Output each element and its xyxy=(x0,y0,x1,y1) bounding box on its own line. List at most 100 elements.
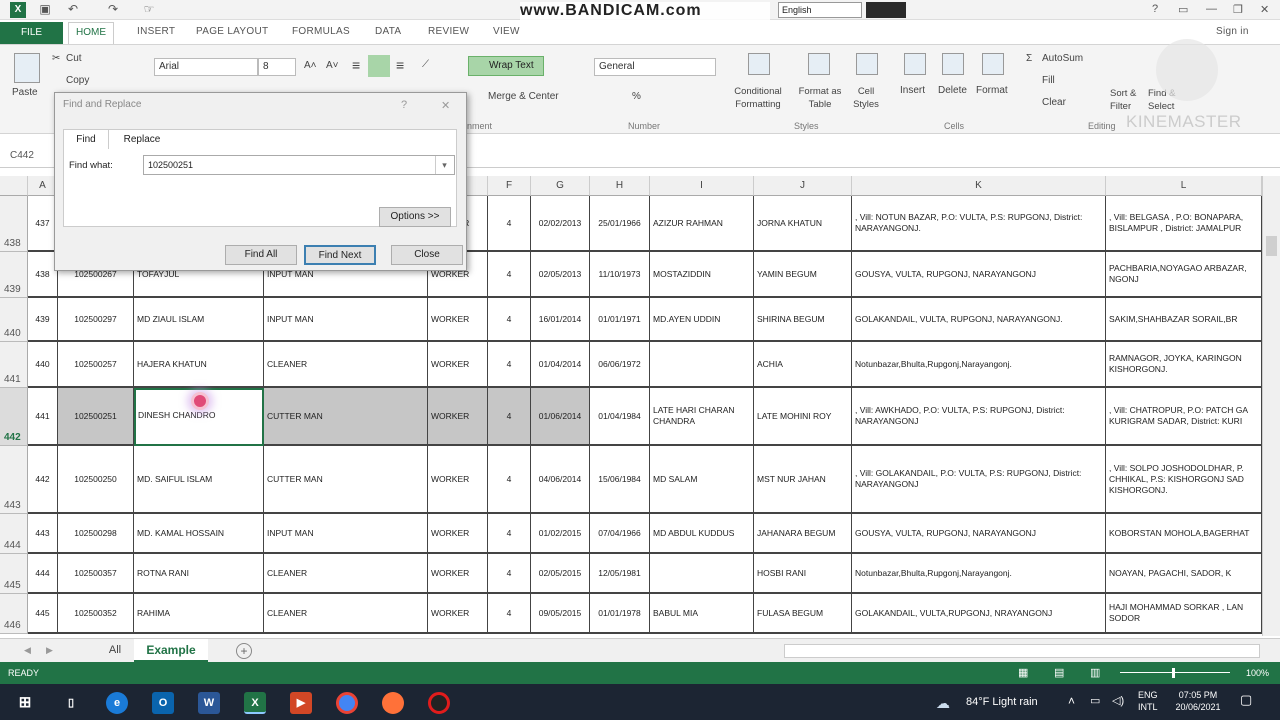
cell-j[interactable]: YAMIN BEGUM xyxy=(754,252,852,298)
shrink-font-icon[interactable]: A˅ xyxy=(326,60,339,71)
cell-j[interactable]: MST NUR JAHAN xyxy=(754,446,852,514)
cell-a[interactable]: 440 xyxy=(28,342,58,388)
cell-a[interactable]: 439 xyxy=(28,298,58,342)
redo-icon[interactable]: ↷ xyxy=(104,2,122,18)
cell-d[interactable]: CUTTER MAN xyxy=(264,446,428,514)
row-header[interactable]: 438 xyxy=(0,196,28,252)
vertical-scroll-thumb[interactable] xyxy=(1266,236,1277,256)
cell-k[interactable]: , Vill: GOLAKANDAIL, P.O: VULTA, P.S: RU… xyxy=(852,446,1106,514)
cell-f[interactable]: 4 xyxy=(488,342,531,388)
options-button[interactable]: Options >> xyxy=(379,207,451,227)
tab-data[interactable]: DATA xyxy=(375,26,401,37)
row-header[interactable]: 439 xyxy=(0,252,28,298)
cell-e[interactable]: WORKER xyxy=(428,298,488,342)
firefox-icon[interactable] xyxy=(382,692,404,714)
tab-view[interactable]: VIEW xyxy=(493,26,520,37)
delete-cells-button[interactable]: Delete xyxy=(938,85,967,96)
cell-g[interactable]: 01/02/2015 xyxy=(531,514,590,554)
language-select[interactable]: English xyxy=(778,2,862,18)
clear-button[interactable]: Clear xyxy=(1042,97,1066,108)
column-header-i[interactable]: I xyxy=(650,176,754,196)
chevron-down-icon[interactable]: ▾ xyxy=(435,156,453,174)
cell-k[interactable]: GOLAKANDAIL, VULTA, RUPGONJ, NARAYANGONJ… xyxy=(852,298,1106,342)
normal-view-icon[interactable]: ▦ xyxy=(1018,666,1028,679)
format-cells-button[interactable]: Format xyxy=(976,85,1008,96)
font-name-select[interactable]: Arial xyxy=(154,58,258,76)
find-all-button[interactable]: Find All xyxy=(225,245,297,265)
cell-k[interactable]: GOLAKANDAIL, VULTA,RUPGONJ, NRAYANGONJ xyxy=(852,594,1106,634)
cell-l[interactable]: SAKIM,SHAHBAZAR SORAIL,BR xyxy=(1106,298,1262,342)
cell-h[interactable]: 06/06/1972 xyxy=(590,342,650,388)
cell-h[interactable]: 15/06/1984 xyxy=(590,446,650,514)
tab-review[interactable]: REVIEW xyxy=(428,26,469,37)
help-button[interactable]: ? xyxy=(1152,3,1158,15)
cell-b[interactable]: 102500357 xyxy=(58,554,134,594)
notifications-icon[interactable]: ▢ xyxy=(1240,692,1252,708)
cell-b[interactable]: 102500257 xyxy=(58,342,134,388)
close-button[interactable]: ✕ xyxy=(1260,3,1269,16)
dialog-help-button[interactable]: ? xyxy=(401,99,407,111)
cell-a[interactable]: 445 xyxy=(28,594,58,634)
row-header[interactable]: 445 xyxy=(0,554,28,594)
cell-h[interactable]: 25/01/1966 xyxy=(590,196,650,252)
conditional-formatting-button[interactable]: Conditional Formatting xyxy=(726,85,790,111)
cell-g[interactable]: 04/06/2014 xyxy=(531,446,590,514)
cell-g[interactable]: 01/06/2014 xyxy=(531,388,590,446)
cell-a[interactable]: 443 xyxy=(28,514,58,554)
cell-f[interactable]: 4 xyxy=(488,252,531,298)
column-header-g[interactable]: G xyxy=(531,176,590,196)
restore-button[interactable]: ❐ xyxy=(1233,3,1243,16)
font-size-select[interactable]: 8 xyxy=(258,58,296,76)
bandicam-record-icon[interactable] xyxy=(428,692,450,714)
cell-f[interactable]: 4 xyxy=(488,554,531,594)
tab-insert[interactable]: INSERT xyxy=(137,26,175,37)
cell-i[interactable] xyxy=(650,554,754,594)
fill-button[interactable]: Fill xyxy=(1042,75,1055,86)
column-header-l[interactable]: L xyxy=(1106,176,1262,196)
copy-button[interactable]: Copy xyxy=(66,75,89,86)
cell-k[interactable]: Notunbazar,Bhulta,Rupgonj,Narayangonj. xyxy=(852,342,1106,388)
select-all-corner[interactable] xyxy=(0,176,28,196)
windows-start-icon[interactable]: ⊞ xyxy=(14,692,36,714)
touch-mode-icon[interactable]: ☞ xyxy=(140,2,158,18)
horizontal-scrollbar[interactable] xyxy=(784,644,1260,658)
cell-j[interactable]: LATE MOHINI ROY xyxy=(754,388,852,446)
cell-l[interactable]: NOAYAN, PAGACHI, SADOR, K xyxy=(1106,554,1262,594)
prev-sheet-icon[interactable]: ◀ xyxy=(24,645,31,656)
row-header[interactable]: 443 xyxy=(0,446,28,514)
cell-b[interactable]: 102500251 xyxy=(58,388,134,446)
tray-overflow-icon[interactable]: ˄ xyxy=(1068,694,1075,708)
cell-i[interactable]: AZIZUR RAHMAN xyxy=(650,196,754,252)
cell-k[interactable]: Notunbazar,Bhulta,Rupgonj,Narayangonj. xyxy=(852,554,1106,594)
sign-in-link[interactable]: Sign in xyxy=(1216,26,1249,37)
name-box[interactable]: C442 xyxy=(10,146,55,166)
input-language[interactable]: ENG INTL xyxy=(1138,689,1158,713)
cell-d[interactable]: CLEANER xyxy=(264,342,428,388)
format-as-table-button[interactable]: Format as Table xyxy=(794,85,846,111)
cell-l[interactable]: , Vill: SOLPO JOSHODOLDHAR, P. CHHIKAL, … xyxy=(1106,446,1262,514)
edge-icon[interactable]: e xyxy=(106,692,128,714)
cell-i[interactable]: MD SALAM xyxy=(650,446,754,514)
cell-e[interactable]: WORKER xyxy=(428,594,488,634)
insert-cells-button[interactable]: Insert xyxy=(900,85,925,96)
sheet-tab-example[interactable]: Example xyxy=(134,639,208,663)
cell-h[interactable]: 11/10/1973 xyxy=(590,252,650,298)
powerpoint-icon[interactable]: ▶ xyxy=(290,692,312,714)
cell-d[interactable]: CUTTER MAN xyxy=(264,388,428,446)
cell-i[interactable]: MD.AYEN UDDIN xyxy=(650,298,754,342)
cell-f[interactable]: 4 xyxy=(488,196,531,252)
align-bottom-icon[interactable]: ≡ xyxy=(396,57,404,73)
orientation-icon[interactable]: ⟋ xyxy=(422,59,429,70)
cell-c[interactable]: MD. SAIFUL ISLAM xyxy=(134,446,264,514)
cell-j[interactable]: HOSBI RANI xyxy=(754,554,852,594)
cell-l[interactable]: HAJI MOHAMMAD SORKAR , LAN SODOR xyxy=(1106,594,1262,634)
cell-j[interactable]: ACHIA xyxy=(754,342,852,388)
page-break-view-icon[interactable]: ▥ xyxy=(1090,666,1100,679)
cell-f[interactable]: 4 xyxy=(488,446,531,514)
cell-e[interactable]: WORKER xyxy=(428,388,488,446)
save-icon[interactable]: ▣ xyxy=(36,2,54,18)
column-header-j[interactable]: J xyxy=(754,176,852,196)
autosum-button[interactable]: AutoSum xyxy=(1042,53,1083,64)
cell-c[interactable]: MD ZIAUL ISLAM xyxy=(134,298,264,342)
cell-h[interactable]: 01/04/1984 xyxy=(590,388,650,446)
